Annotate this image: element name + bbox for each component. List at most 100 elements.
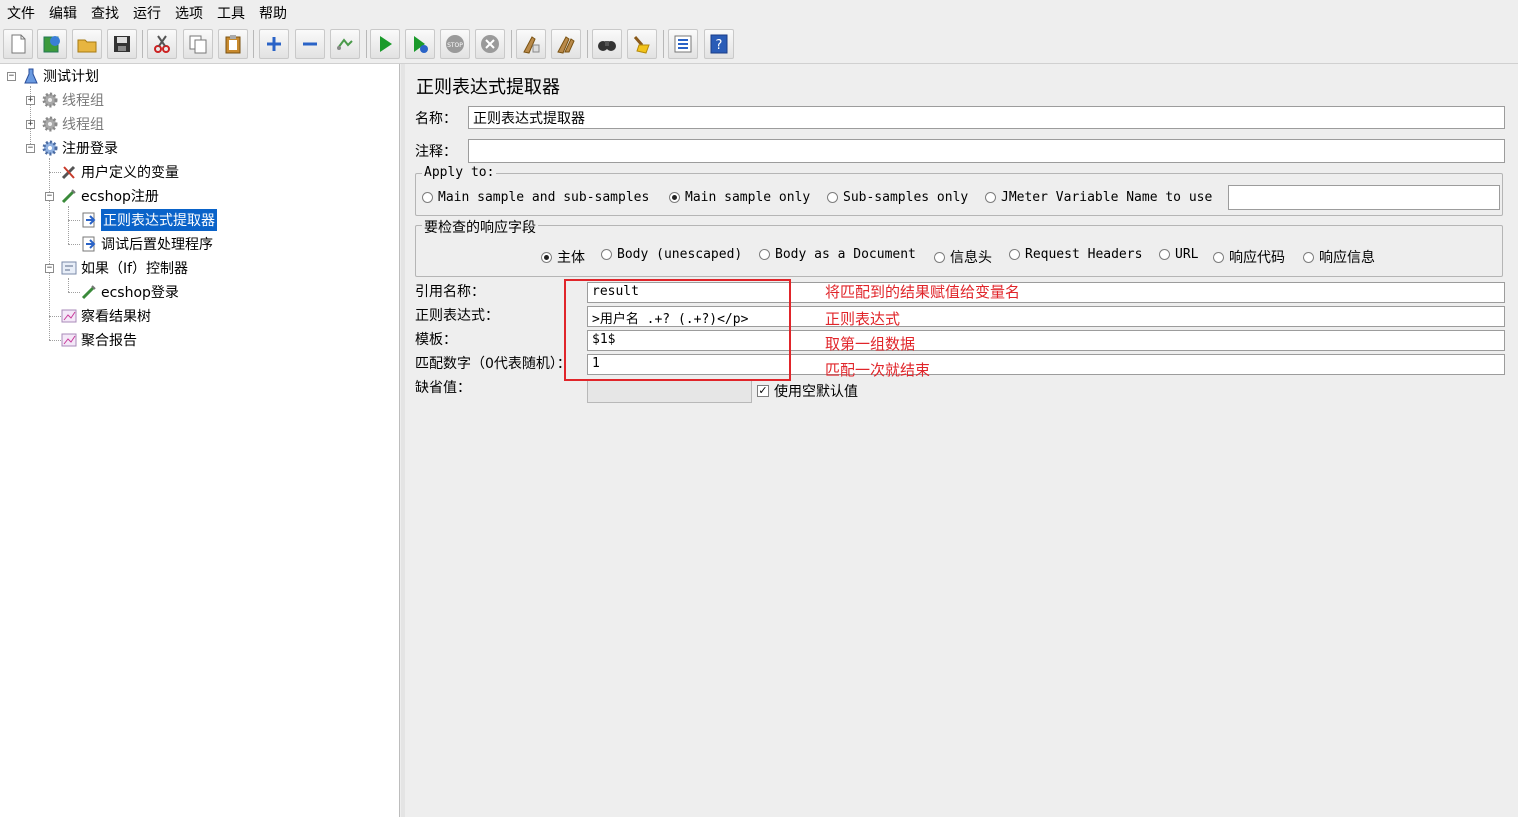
comment-label: 注释： — [415, 144, 457, 160]
tree-toggle-thread-group-2[interactable]: + — [26, 120, 35, 129]
cut-button[interactable] — [147, 29, 177, 59]
annotation-match-no: 匹配一次就结束 — [825, 361, 931, 379]
cut-icon — [154, 35, 170, 53]
regex-extractor-panel: 正则表达式提取器 名称： 正则表达式提取器 注释： Apply to: Main… — [405, 64, 1518, 817]
response-field-legend: 要检查的响应字段 — [422, 217, 538, 237]
tree-item-view-results-tree[interactable]: 察看结果树 — [60, 305, 151, 327]
reset-search-icon — [633, 36, 650, 54]
reset-search-button[interactable] — [627, 29, 657, 59]
toggle-icon — [337, 38, 353, 50]
thread-group-icon — [41, 139, 59, 157]
apply-main-only-radio[interactable]: Main sample only — [669, 190, 810, 205]
field-response-message-radio[interactable]: 响应信息 — [1303, 247, 1375, 267]
field-response-code-radio[interactable]: 响应代码 — [1213, 247, 1285, 267]
tree-item-if-controller[interactable]: 如果（If）控制器 — [60, 257, 188, 279]
new-icon — [11, 34, 26, 54]
annotation-regex: 正则表达式 — [825, 310, 901, 328]
tree-item-user-defined-variables[interactable]: 用户定义的变量 — [60, 161, 179, 183]
tree-toggle-thread-group-1[interactable]: + — [26, 96, 35, 105]
name-field[interactable]: 正则表达式提取器 — [468, 106, 1505, 129]
listener-icon — [60, 331, 78, 349]
clear-all-button[interactable] — [551, 29, 581, 59]
menu-run[interactable]: 运行 — [126, 0, 168, 24]
annotation-highlight-box — [564, 279, 791, 381]
help-button[interactable]: ? — [704, 29, 734, 59]
help-icon: ? — [710, 34, 728, 54]
tree-toggle-test-plan[interactable]: − — [7, 72, 16, 81]
thread-group-icon — [41, 91, 59, 109]
save-button[interactable] — [107, 29, 137, 59]
tree-item-ecshop-login[interactable]: ecshop登录 — [80, 281, 179, 303]
clear-button[interactable] — [516, 29, 546, 59]
post-processor-icon — [80, 235, 98, 253]
menu-edit[interactable]: 编辑 — [42, 0, 84, 24]
field-body-document-radio[interactable]: Body as a Document — [759, 247, 916, 262]
start-icon — [380, 36, 392, 52]
tree-toggle-register-login[interactable]: − — [26, 144, 35, 153]
field-body-unescaped-radio[interactable]: Body (unescaped) — [601, 247, 742, 262]
shutdown-icon — [481, 35, 499, 53]
save-icon — [114, 36, 130, 52]
sampler-icon — [80, 283, 98, 301]
tree-toggle-ecshop-register[interactable]: − — [45, 192, 54, 201]
checkmark-icon: ✓ — [757, 384, 769, 397]
config-element-icon — [60, 163, 78, 181]
apply-sub-only-radio[interactable]: Sub-samples only — [827, 190, 968, 205]
start-button[interactable] — [370, 29, 400, 59]
copy-button[interactable] — [183, 29, 213, 59]
default-value-label: 缺省值： — [415, 380, 471, 396]
tree-item-thread-group-1[interactable]: 线程组 — [41, 89, 104, 111]
clear-all-icon — [557, 36, 575, 54]
field-request-headers-radio[interactable]: Request Headers — [1009, 247, 1142, 262]
field-body-radio[interactable]: 主体 — [541, 247, 585, 267]
default-value-field[interactable] — [587, 379, 752, 403]
comment-field[interactable] — [468, 139, 1505, 163]
templates-icon — [43, 36, 60, 53]
use-empty-default-checkbox[interactable]: ✓ 使用空默认值 — [757, 381, 858, 401]
stop-button[interactable]: STOP — [440, 29, 470, 59]
tree-item-debug-post-processor[interactable]: 调试后置处理程序 — [80, 233, 213, 255]
templates-button[interactable] — [37, 29, 67, 59]
menu-help[interactable]: 帮助 — [252, 0, 294, 24]
tree-item-regex-extractor[interactable]: 正则表达式提取器 — [80, 209, 217, 231]
name-label: 名称： — [415, 111, 457, 127]
start-no-pause-button[interactable] — [405, 29, 435, 59]
field-headers-radio[interactable]: 信息头 — [934, 247, 992, 267]
tree-item-register-login[interactable]: 注册登录 — [41, 137, 118, 159]
tree-item-thread-group-2[interactable]: 线程组 — [41, 113, 104, 135]
field-url-radio[interactable]: URL — [1159, 247, 1198, 262]
menu-tools[interactable]: 工具 — [210, 0, 252, 24]
function-helper-button[interactable] — [668, 29, 698, 59]
response-field-group: 要检查的响应字段 主体 Body (unescaped) Body as a D… — [415, 217, 1503, 277]
apply-variable-field[interactable] — [1228, 185, 1500, 210]
search-button[interactable] — [592, 29, 622, 59]
menu-search[interactable]: 查找 — [84, 0, 126, 24]
test-plan-icon — [22, 67, 40, 85]
menu-file[interactable]: 文件 — [0, 0, 42, 24]
collapse-button[interactable] — [295, 29, 325, 59]
apply-variable-radio[interactable]: JMeter Variable Name to use — [985, 190, 1212, 205]
expand-button[interactable] — [259, 29, 289, 59]
apply-main-and-sub-radio[interactable]: Main sample and sub-samples — [422, 190, 649, 205]
copy-icon — [189, 35, 207, 54]
match-no-label: 匹配数字（0代表随机）： — [415, 356, 571, 372]
toggle-button[interactable] — [330, 29, 360, 59]
paste-button[interactable] — [218, 29, 248, 59]
shutdown-button[interactable] — [475, 29, 505, 59]
tree-item-test-plan[interactable]: 测试计划 — [22, 65, 99, 87]
template-label: 模板： — [415, 332, 457, 348]
menu-options[interactable]: 选项 — [168, 0, 210, 24]
post-processor-icon — [80, 211, 98, 229]
tree-item-ecshop-register[interactable]: ecshop注册 — [60, 185, 159, 207]
menu-bar: 文件 编辑 查找 运行 选项 工具 帮助 — [0, 0, 1518, 24]
stop-icon: STOP — [446, 35, 464, 53]
open-button[interactable] — [72, 29, 102, 59]
tree-toggle-if-controller[interactable]: − — [45, 264, 54, 273]
new-button[interactable] — [3, 29, 33, 59]
apply-to-group: Apply to: Main sample and sub-samples Ma… — [415, 165, 1503, 216]
tree-item-aggregate-report[interactable]: 聚合报告 — [60, 329, 137, 351]
start-no-pause-icon — [414, 36, 428, 53]
svg-text:?: ? — [716, 38, 723, 53]
annotation-template: 取第一组数据 — [825, 335, 916, 353]
annotation-ref-name: 将匹配到的结果赋值给变量名 — [825, 283, 1021, 301]
